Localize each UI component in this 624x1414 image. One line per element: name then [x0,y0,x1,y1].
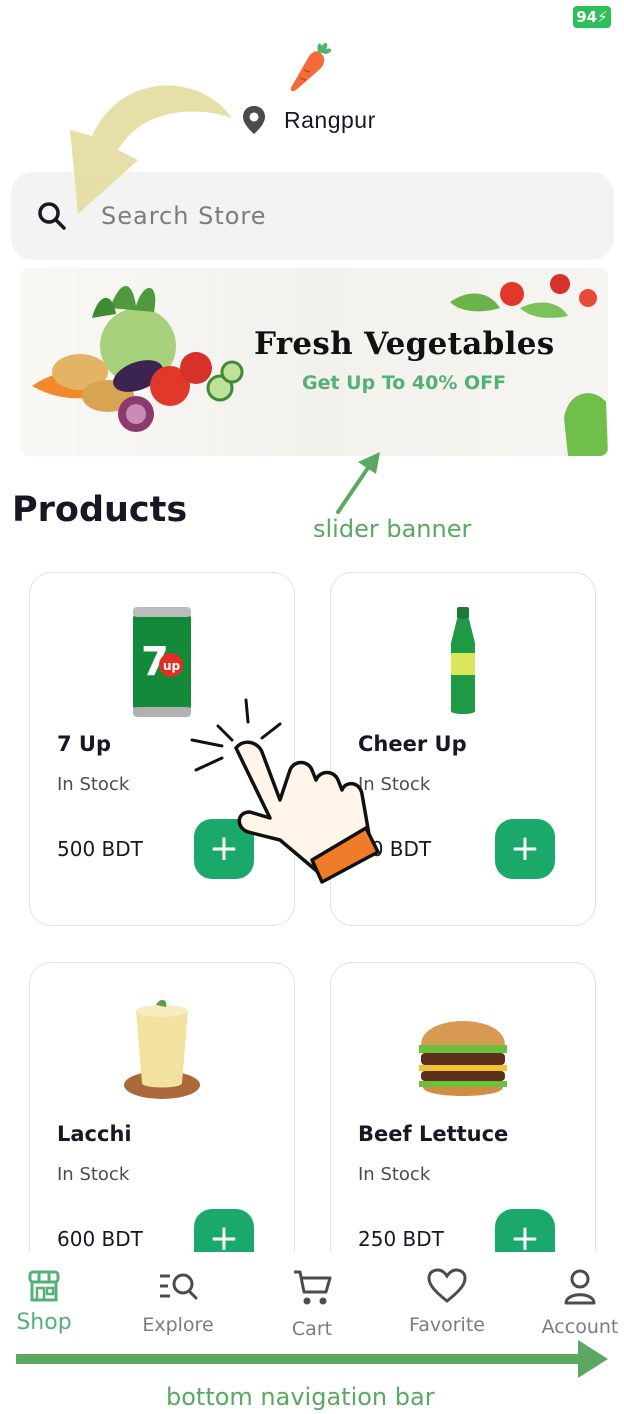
explore-search-icon [160,1273,198,1300]
product-price: 250 BDT [358,1227,444,1251]
product-price: 500 BDT [57,837,143,861]
user-icon [564,1269,596,1305]
products-heading: Products [12,490,188,530]
location-name: Rangpur [284,106,376,133]
search-icon [38,202,66,230]
cart-icon [294,1270,332,1305]
product-name: Lacchi [57,1122,132,1146]
product-stock: In Stock [358,774,431,795]
location-selector[interactable]: Rangpur [240,104,376,136]
carrot-logo-icon [290,42,332,92]
nav-item-shop[interactable]: Shop [0,1268,104,1335]
product-stock: In Stock [358,1164,431,1185]
add-to-cart-button[interactable]: + [495,819,555,879]
battery-indicator: 94 ⚡ [573,6,611,28]
search-bar[interactable] [11,172,614,260]
charging-icon: ⚡ [597,8,608,26]
product-name: Cheer Up [358,732,467,756]
nav-label: Explore [142,1314,214,1336]
slider-banner[interactable]: Fresh Vegetables Get Up To 40% OFF [20,268,608,456]
product-name: 7 Up [57,732,112,756]
cheer-up-bottle-image [451,607,475,714]
bottom-navigation-bar: Shop Explore Cart Favorite Account [0,1252,624,1352]
location-pin-icon [243,106,265,134]
product-card[interactable]: 7 up 7 Up In Stock 500 BDT + [29,572,295,926]
vegetables-illustration [32,274,608,456]
nav-item-account[interactable]: Account [520,1268,624,1338]
nav-label: Cart [291,1318,333,1340]
product-stock: In Stock [57,774,130,795]
annotation-slider-banner: slider banner [313,515,472,543]
nav-item-favorite[interactable]: Favorite [387,1268,507,1336]
product-stock: In Stock [57,1164,130,1185]
search-input[interactable] [101,202,521,230]
banner-title: Fresh Vegetables [254,326,555,362]
battery-level: 94 [576,8,598,26]
product-name: Beef Lettuce [358,1122,509,1146]
nav-item-explore[interactable]: Explore [118,1268,238,1336]
nav-label: Account [541,1316,619,1338]
banner-subtitle: Get Up To 40% OFF [302,372,507,394]
product-price: 50 BDT [358,837,432,861]
nav-label: Shop [16,1310,72,1335]
lacchi-glass-image [124,999,200,1099]
burger-image [419,1021,507,1096]
product-price: 600 BDT [57,1227,143,1251]
annotation-bottom-nav: bottom navigation bar [166,1383,435,1411]
svg-text:up: up [163,659,181,673]
green-annotation-arrow-icon [336,452,380,514]
nav-label: Favorite [409,1314,485,1336]
store-icon [28,1270,60,1302]
add-to-cart-button[interactable]: + [194,819,254,879]
nav-item-cart[interactable]: Cart [252,1268,372,1340]
7up-can-image: 7 up [133,607,191,717]
product-card[interactable]: Cheer Up In Stock 50 BDT + [330,572,596,926]
heart-icon [427,1268,467,1303]
